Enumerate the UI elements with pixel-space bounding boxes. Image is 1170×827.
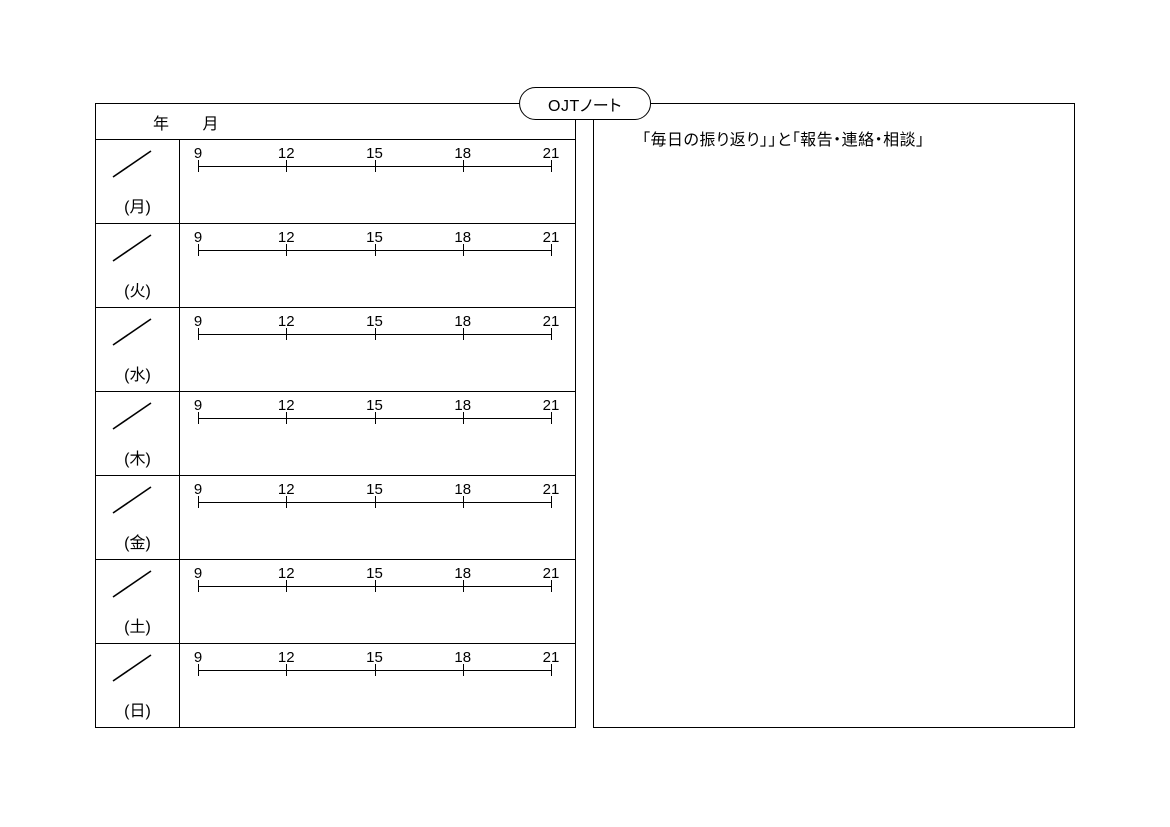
day-row: (土) 9 12 15 18 21: [96, 559, 575, 643]
day-of-week-label: (金): [96, 529, 179, 553]
timeline-tick-label: 18: [454, 565, 471, 582]
date-slash-icon: [110, 568, 154, 600]
timeline-tick-label: 18: [454, 397, 471, 414]
day-row: (水) 9 12 15 18 21: [96, 307, 575, 391]
timeline-tick-label: 21: [543, 481, 560, 498]
day-of-week-label: (水): [96, 361, 179, 385]
timeline-tick-label: 18: [454, 229, 471, 246]
timeline-tick-label: 18: [454, 313, 471, 330]
timeline-tick-label: 18: [454, 145, 471, 162]
timeline: 912151821: [198, 400, 551, 428]
timeline: 912151821: [198, 484, 551, 512]
timeline-tick-label: 9: [194, 145, 202, 162]
timeline-tick-label: 21: [543, 145, 560, 162]
day-of-week-label: (月): [96, 193, 179, 217]
day-date-cell: (木): [96, 392, 180, 475]
year-month-header: 年 月: [96, 104, 575, 139]
timeline-tick-label: 15: [366, 229, 383, 246]
timeline-tick-label: 12: [278, 229, 295, 246]
date-slash-icon: [110, 400, 154, 432]
day-date-cell: (火): [96, 224, 180, 307]
date-slash-icon: [110, 652, 154, 684]
day-row: (金) 9 12 15 18 21: [96, 475, 575, 559]
day-of-week-label: (土): [96, 613, 179, 637]
timeline: 912151821: [198, 568, 551, 596]
timeline-tick-label: 12: [278, 649, 295, 666]
timeline-tick-label: 15: [366, 649, 383, 666]
timeline-tick-label: 21: [543, 229, 560, 246]
header-spacer: [170, 110, 203, 134]
timeline-tick-label: 18: [454, 481, 471, 498]
day-of-week-label: (日): [96, 697, 179, 721]
notes-heading: 「毎日の振り返り」」と「報告・連絡・相談」: [642, 126, 1062, 150]
timeline-tick-label: 15: [366, 481, 383, 498]
day-date-cell: (土): [96, 560, 180, 643]
timeline-tick-label: 12: [278, 481, 295, 498]
timeline: 912151821: [198, 316, 551, 344]
date-slash-icon: [110, 148, 154, 180]
timeline-tick-label: 15: [366, 313, 383, 330]
day-timeline-cell: 9 12 15 18 21: [180, 140, 575, 223]
notes-panel: 「毎日の振り返り」」と「報告・連絡・相談」: [593, 103, 1075, 728]
day-date-cell: (月): [96, 140, 180, 223]
day-date-cell: (日): [96, 644, 180, 727]
day-timeline-cell: 9 12 15 18 21: [180, 560, 575, 643]
day-row: (月) 9 12 15 18 21: [96, 139, 575, 223]
timeline-tick-label: 15: [366, 145, 383, 162]
year-unit: 年: [153, 110, 170, 134]
day-timeline-cell: 9 12 15 18 21: [180, 224, 575, 307]
date-slash-icon: [110, 484, 154, 516]
day-row: (火) 9 12 15 18 21: [96, 223, 575, 307]
day-row: (日) 9 12 15 18 21: [96, 643, 575, 727]
timeline-tick-label: 12: [278, 565, 295, 582]
days-wrap: (月)912151821(火)912151821(水)912151821(木)9…: [96, 139, 575, 727]
page-title-text: OJTノート: [548, 92, 622, 116]
timeline-tick-label: 9: [194, 397, 202, 414]
timeline-tick-label: 15: [366, 397, 383, 414]
timeline-tick-label: 21: [543, 565, 560, 582]
day-date-cell: (水): [96, 308, 180, 391]
timeline-tick-label: 15: [366, 565, 383, 582]
timeline-tick-label: 21: [543, 397, 560, 414]
timeline-tick-label: 18: [454, 649, 471, 666]
day-row: (木) 9 12 15 18 21: [96, 391, 575, 475]
day-of-week-label: (火): [96, 277, 179, 301]
timeline-tick-label: 12: [278, 145, 295, 162]
timeline-tick-label: 9: [194, 313, 202, 330]
date-slash-icon: [110, 316, 154, 348]
schedule-panel: 年 月 (月) 9 12 15 18 21 (火) 9 12 15 18 21 (水) 9 12 15 18 21…: [95, 103, 576, 728]
timeline: 912151821: [198, 652, 551, 680]
page-title-pill: OJTノート: [519, 87, 651, 120]
timeline-tick-label: 21: [543, 313, 560, 330]
day-of-week-label: (木): [96, 445, 179, 469]
timeline-tick-label: 9: [194, 565, 202, 582]
month-unit: 月: [203, 110, 220, 134]
date-slash-icon: [110, 232, 154, 264]
timeline-tick-label: 21: [543, 649, 560, 666]
timeline-tick-label: 12: [278, 397, 295, 414]
timeline-tick-label: 9: [194, 229, 202, 246]
timeline: 912151821: [198, 148, 551, 176]
timeline: 912151821: [198, 232, 551, 260]
day-timeline-cell: 9 12 15 18 21: [180, 476, 575, 559]
timeline-tick-label: 9: [194, 649, 202, 666]
day-date-cell: (金): [96, 476, 180, 559]
day-timeline-cell: 9 12 15 18 21: [180, 644, 575, 727]
timeline-tick-label: 9: [194, 481, 202, 498]
timeline-tick-label: 12: [278, 313, 295, 330]
day-timeline-cell: 9 12 15 18 21: [180, 392, 575, 475]
day-timeline-cell: 9 12 15 18 21: [180, 308, 575, 391]
